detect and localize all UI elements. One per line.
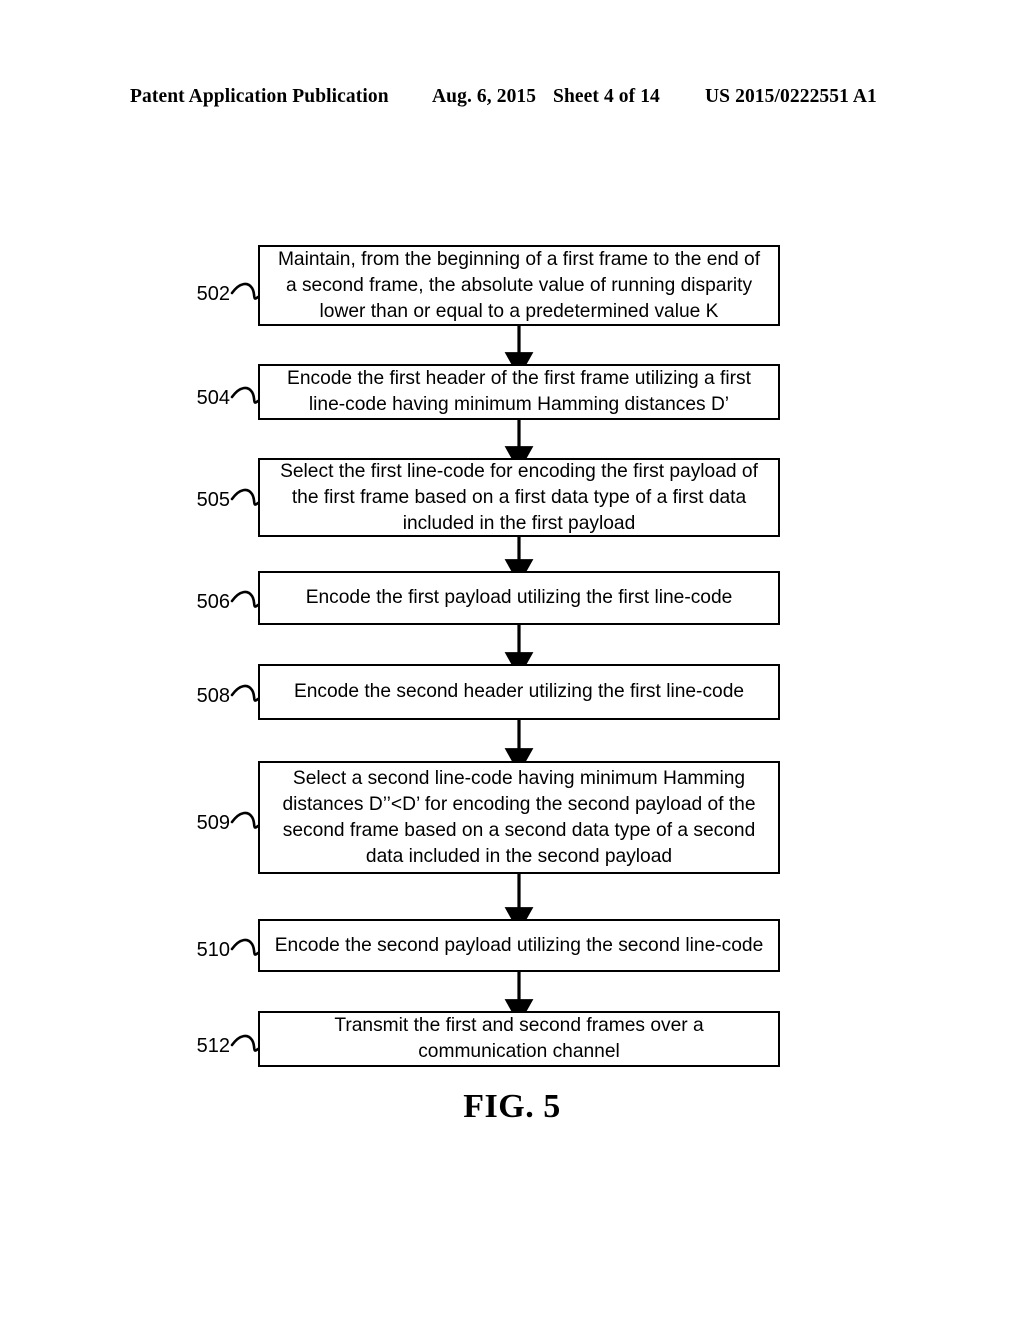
flow-step-506-text: Encode the first payload utilizing the f… (305, 587, 733, 608)
ref-label-508: 508 (196, 685, 230, 707)
ref-label-512: 512 (196, 1035, 230, 1057)
figure-caption: FIG. 5 (463, 1088, 561, 1125)
flow-step-509: Select a second line-code having minimum… (258, 761, 780, 874)
ref-label-505: 505 (196, 489, 230, 511)
flow-step-508: Encode the second header utilizing the f… (258, 664, 780, 720)
leader-line-510 (230, 938, 260, 956)
ref-label-506: 506 (196, 591, 230, 613)
flow-step-512-text: Transmit the first and second frames ove… (334, 1015, 704, 1062)
ref-label-510: 510 (196, 939, 230, 961)
leader-line-508 (230, 684, 260, 702)
ref-label-502: 502 (196, 283, 230, 305)
flow-step-506: Encode the first payload utilizing the f… (258, 571, 780, 625)
flow-step-508-text: Encode the second header utilizing the f… (293, 681, 745, 702)
leader-line-505 (230, 488, 260, 506)
flow-step-502-text: Maintain, from the beginning of a first … (277, 248, 761, 322)
flow-step-509-text: Select a second line-code having minimum… (282, 767, 756, 867)
flow-step-512: Transmit the first and second frames ove… (258, 1011, 780, 1067)
flow-step-505-text: Select the first line-code for encoding … (280, 460, 758, 534)
flow-step-502: Maintain, from the beginning of a first … (258, 245, 780, 326)
leader-line-504 (230, 386, 260, 404)
leader-line-506 (230, 590, 260, 608)
ref-label-509: 509 (196, 812, 230, 834)
leader-line-502 (230, 282, 260, 300)
ref-label-504: 504 (196, 387, 230, 409)
leader-line-512 (230, 1034, 260, 1052)
flow-step-510-text: Encode the second payload utilizing the … (274, 934, 764, 956)
flow-step-510: Encode the second payload utilizing the … (258, 919, 780, 972)
flow-step-504-text: Encode the first header of the first fra… (287, 368, 751, 415)
leader-line-509 (230, 811, 260, 829)
flow-step-505: Select the first line-code for encoding … (258, 458, 780, 537)
flow-step-504: Encode the first header of the first fra… (258, 364, 780, 420)
